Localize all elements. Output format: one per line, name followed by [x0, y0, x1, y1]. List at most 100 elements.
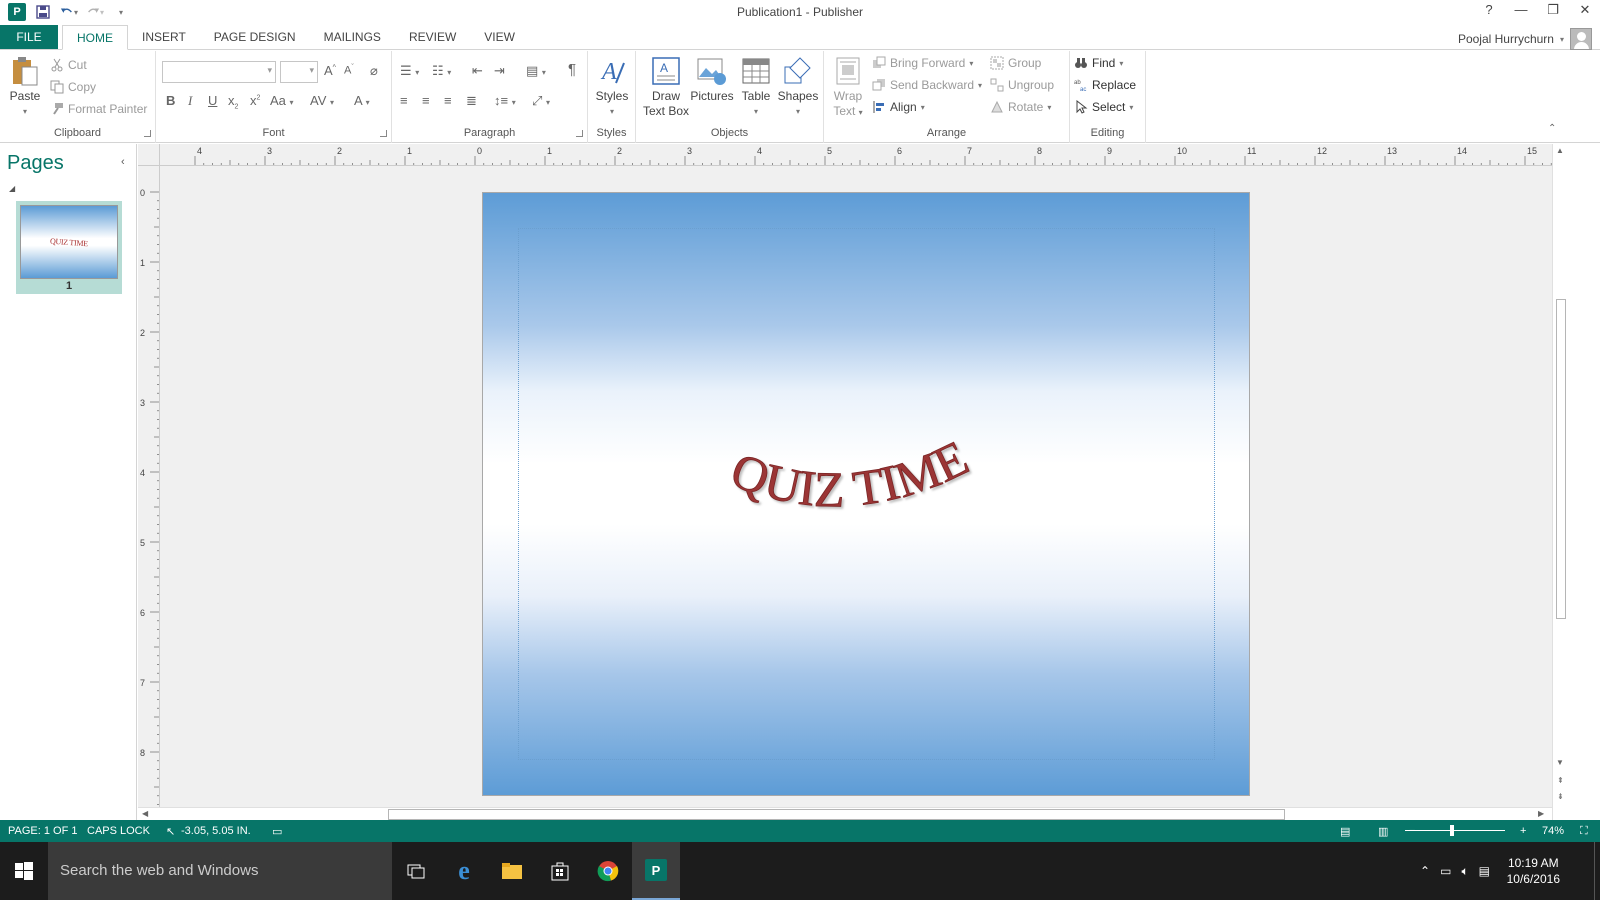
numbering-icon[interactable]: ☷ ▾ [432, 63, 451, 79]
horizontal-scroll-thumb[interactable] [388, 809, 1285, 820]
chrome-icon[interactable] [584, 842, 632, 900]
cut-button[interactable]: Cut [50, 55, 87, 75]
increase-indent-icon[interactable]: ⇥ [494, 63, 505, 79]
replace-button[interactable]: ab ac Replace [1074, 75, 1136, 95]
vertical-scroll-thumb[interactable] [1556, 299, 1566, 619]
tab-view[interactable]: VIEW [470, 25, 529, 49]
file-explorer-icon[interactable] [488, 842, 536, 900]
group-button[interactable]: Group [990, 53, 1041, 73]
format-painter-button[interactable]: Format Painter [50, 99, 147, 119]
redo-icon[interactable]: ▾ [86, 3, 104, 21]
pictures-button[interactable]: Pictures [688, 55, 736, 104]
align-right-icon[interactable]: ≡ [444, 93, 452, 108]
undo-icon[interactable]: ▾ [60, 3, 78, 21]
vertical-scrollbar[interactable]: ▲ ▼ ⇞ ⇟ [1552, 144, 1568, 820]
horizontal-scrollbar[interactable]: ◀ ▶ [138, 807, 1552, 820]
volume-muted-icon[interactable]: 🔈︎ [1461, 864, 1468, 879]
align-button[interactable]: Align ▾ [872, 97, 925, 117]
network-icon[interactable]: ▭ [1440, 864, 1451, 878]
scroll-down-icon[interactable]: ▼ [1556, 758, 1564, 767]
previous-page-icon[interactable]: ⇞ [1557, 776, 1564, 785]
store-icon[interactable] [536, 842, 584, 900]
change-case-icon[interactable]: Aa ▾ [270, 93, 294, 108]
find-button[interactable]: Find ▾ [1074, 53, 1123, 73]
scroll-right-icon[interactable]: ▶ [1538, 809, 1544, 818]
zoom-slider[interactable] [1405, 830, 1505, 831]
font-name-combo[interactable] [162, 61, 276, 83]
status-page[interactable]: PAGE: 1 OF 1 [8, 825, 78, 837]
ungroup-button[interactable]: Ungroup [990, 75, 1054, 95]
subscript-icon[interactable]: x2 [228, 93, 238, 111]
copy-button[interactable]: Copy [50, 77, 96, 97]
clear-formatting-icon[interactable]: ⌀ [370, 63, 378, 79]
show-hidden-icons-icon[interactable]: ⌃ [1420, 864, 1430, 878]
zoom-slider-knob[interactable] [1450, 825, 1454, 836]
superscript-icon[interactable]: x2 [250, 93, 260, 108]
underline-icon[interactable]: U [208, 93, 217, 108]
show-desktop-button[interactable] [1594, 842, 1600, 900]
font-launcher-icon[interactable] [380, 130, 387, 137]
minimize-icon[interactable]: — [1514, 2, 1528, 18]
next-page-icon[interactable]: ⇟ [1557, 792, 1564, 801]
grow-font-icon[interactable]: A^ [324, 63, 336, 78]
collapse-pane-icon[interactable]: ‹ [121, 156, 125, 168]
bring-forward-button[interactable]: Bring Forward ▾ [872, 53, 973, 73]
user-account[interactable]: Poojal Hurrychurn ▾ [1458, 28, 1592, 50]
line-spacing-icon[interactable]: ↕≡ ▾ [494, 93, 516, 108]
justify-icon[interactable]: ≣ [466, 93, 477, 109]
character-spacing-icon[interactable]: AV ▾ [310, 93, 334, 108]
draw-text-box-button[interactable]: A Draw Text Box [640, 55, 692, 119]
restore-icon[interactable]: ❐ [1546, 2, 1560, 18]
close-icon[interactable]: ✕ [1578, 2, 1592, 18]
zoom-in-icon[interactable]: + [1520, 825, 1526, 837]
tab-page-design[interactable]: PAGE DESIGN [200, 25, 310, 49]
align-center-icon[interactable]: ≡ [422, 93, 430, 108]
decrease-indent-icon[interactable]: ⇤ [472, 63, 483, 79]
tab-insert[interactable]: INSERT [128, 25, 200, 49]
wrap-text-button[interactable]: Wrap Text ▾ [828, 55, 868, 120]
zoom-out-icon[interactable]: − [1409, 825, 1415, 837]
scroll-up-icon[interactable]: ▲ [1556, 146, 1564, 155]
fit-page-icon[interactable]: ⛶ [1580, 825, 1588, 838]
save-icon[interactable] [34, 3, 52, 21]
paste-button[interactable]: Paste ▾ [8, 55, 42, 119]
bullets-icon[interactable]: ☰ ▾ [400, 63, 419, 79]
rotate-button[interactable]: Rotate ▾ [990, 97, 1051, 117]
scroll-left-icon[interactable]: ◀ [142, 809, 148, 818]
font-size-combo[interactable] [280, 61, 318, 83]
macro-record-icon[interactable]: ▭ [272, 825, 282, 838]
styles-button[interactable]: A Styles ▾ [594, 55, 630, 119]
collapse-ribbon-icon[interactable]: ⌃ [1548, 123, 1556, 134]
shrink-font-icon[interactable]: Aˇ [344, 64, 354, 77]
tab-review[interactable]: REVIEW [395, 25, 470, 49]
single-page-view-icon[interactable]: ▤ [1340, 825, 1350, 838]
taskbar-search[interactable]: Search the web and Windows [48, 842, 392, 900]
action-center-icon[interactable]: ▤ [1479, 864, 1490, 878]
page-thumbnail[interactable]: QUIZ TIME 1 [16, 201, 122, 294]
table-button[interactable]: Table ▾ [736, 55, 776, 119]
edge-browser-icon[interactable]: e [440, 842, 488, 900]
expand-triangle-icon[interactable]: ◢ [9, 184, 15, 193]
select-button[interactable]: Select ▾ [1074, 97, 1133, 117]
tab-home[interactable]: HOME [62, 25, 128, 50]
two-page-view-icon[interactable]: ▥ [1378, 825, 1388, 838]
shapes-button[interactable]: Shapes ▾ [776, 55, 820, 119]
italic-icon[interactable]: I [188, 93, 192, 109]
columns-icon[interactable]: ▤ ▾ [526, 63, 546, 79]
start-button[interactable] [0, 842, 48, 900]
font-color-icon[interactable]: A ▾ [354, 93, 370, 108]
pilcrow-icon[interactable]: ¶ [568, 61, 576, 78]
tab-mailings[interactable]: MAILINGS [310, 25, 395, 49]
text-direction-icon[interactable]: ⤢ ▾ [532, 93, 550, 109]
horizontal-ruler[interactable]: 4 3 2 1 0 1 2 3 4 5 6 7 8 9 10 11 12 13 14 15 [160, 144, 1552, 166]
clipboard-launcher-icon[interactable] [144, 130, 151, 137]
bold-icon[interactable]: B [166, 93, 175, 108]
tab-file[interactable]: FILE [0, 25, 58, 49]
send-backward-button[interactable]: Send Backward ▾ [872, 75, 982, 95]
customize-qat-icon[interactable]: ▾ [112, 3, 130, 21]
vertical-ruler[interactable]: 0 1 2 3 4 5 6 7 8 [138, 166, 160, 807]
zoom-level[interactable]: 74% [1542, 825, 1564, 837]
help-icon[interactable]: ? [1482, 2, 1496, 18]
task-view-icon[interactable] [392, 842, 440, 900]
align-left-icon[interactable]: ≡ [400, 93, 408, 108]
